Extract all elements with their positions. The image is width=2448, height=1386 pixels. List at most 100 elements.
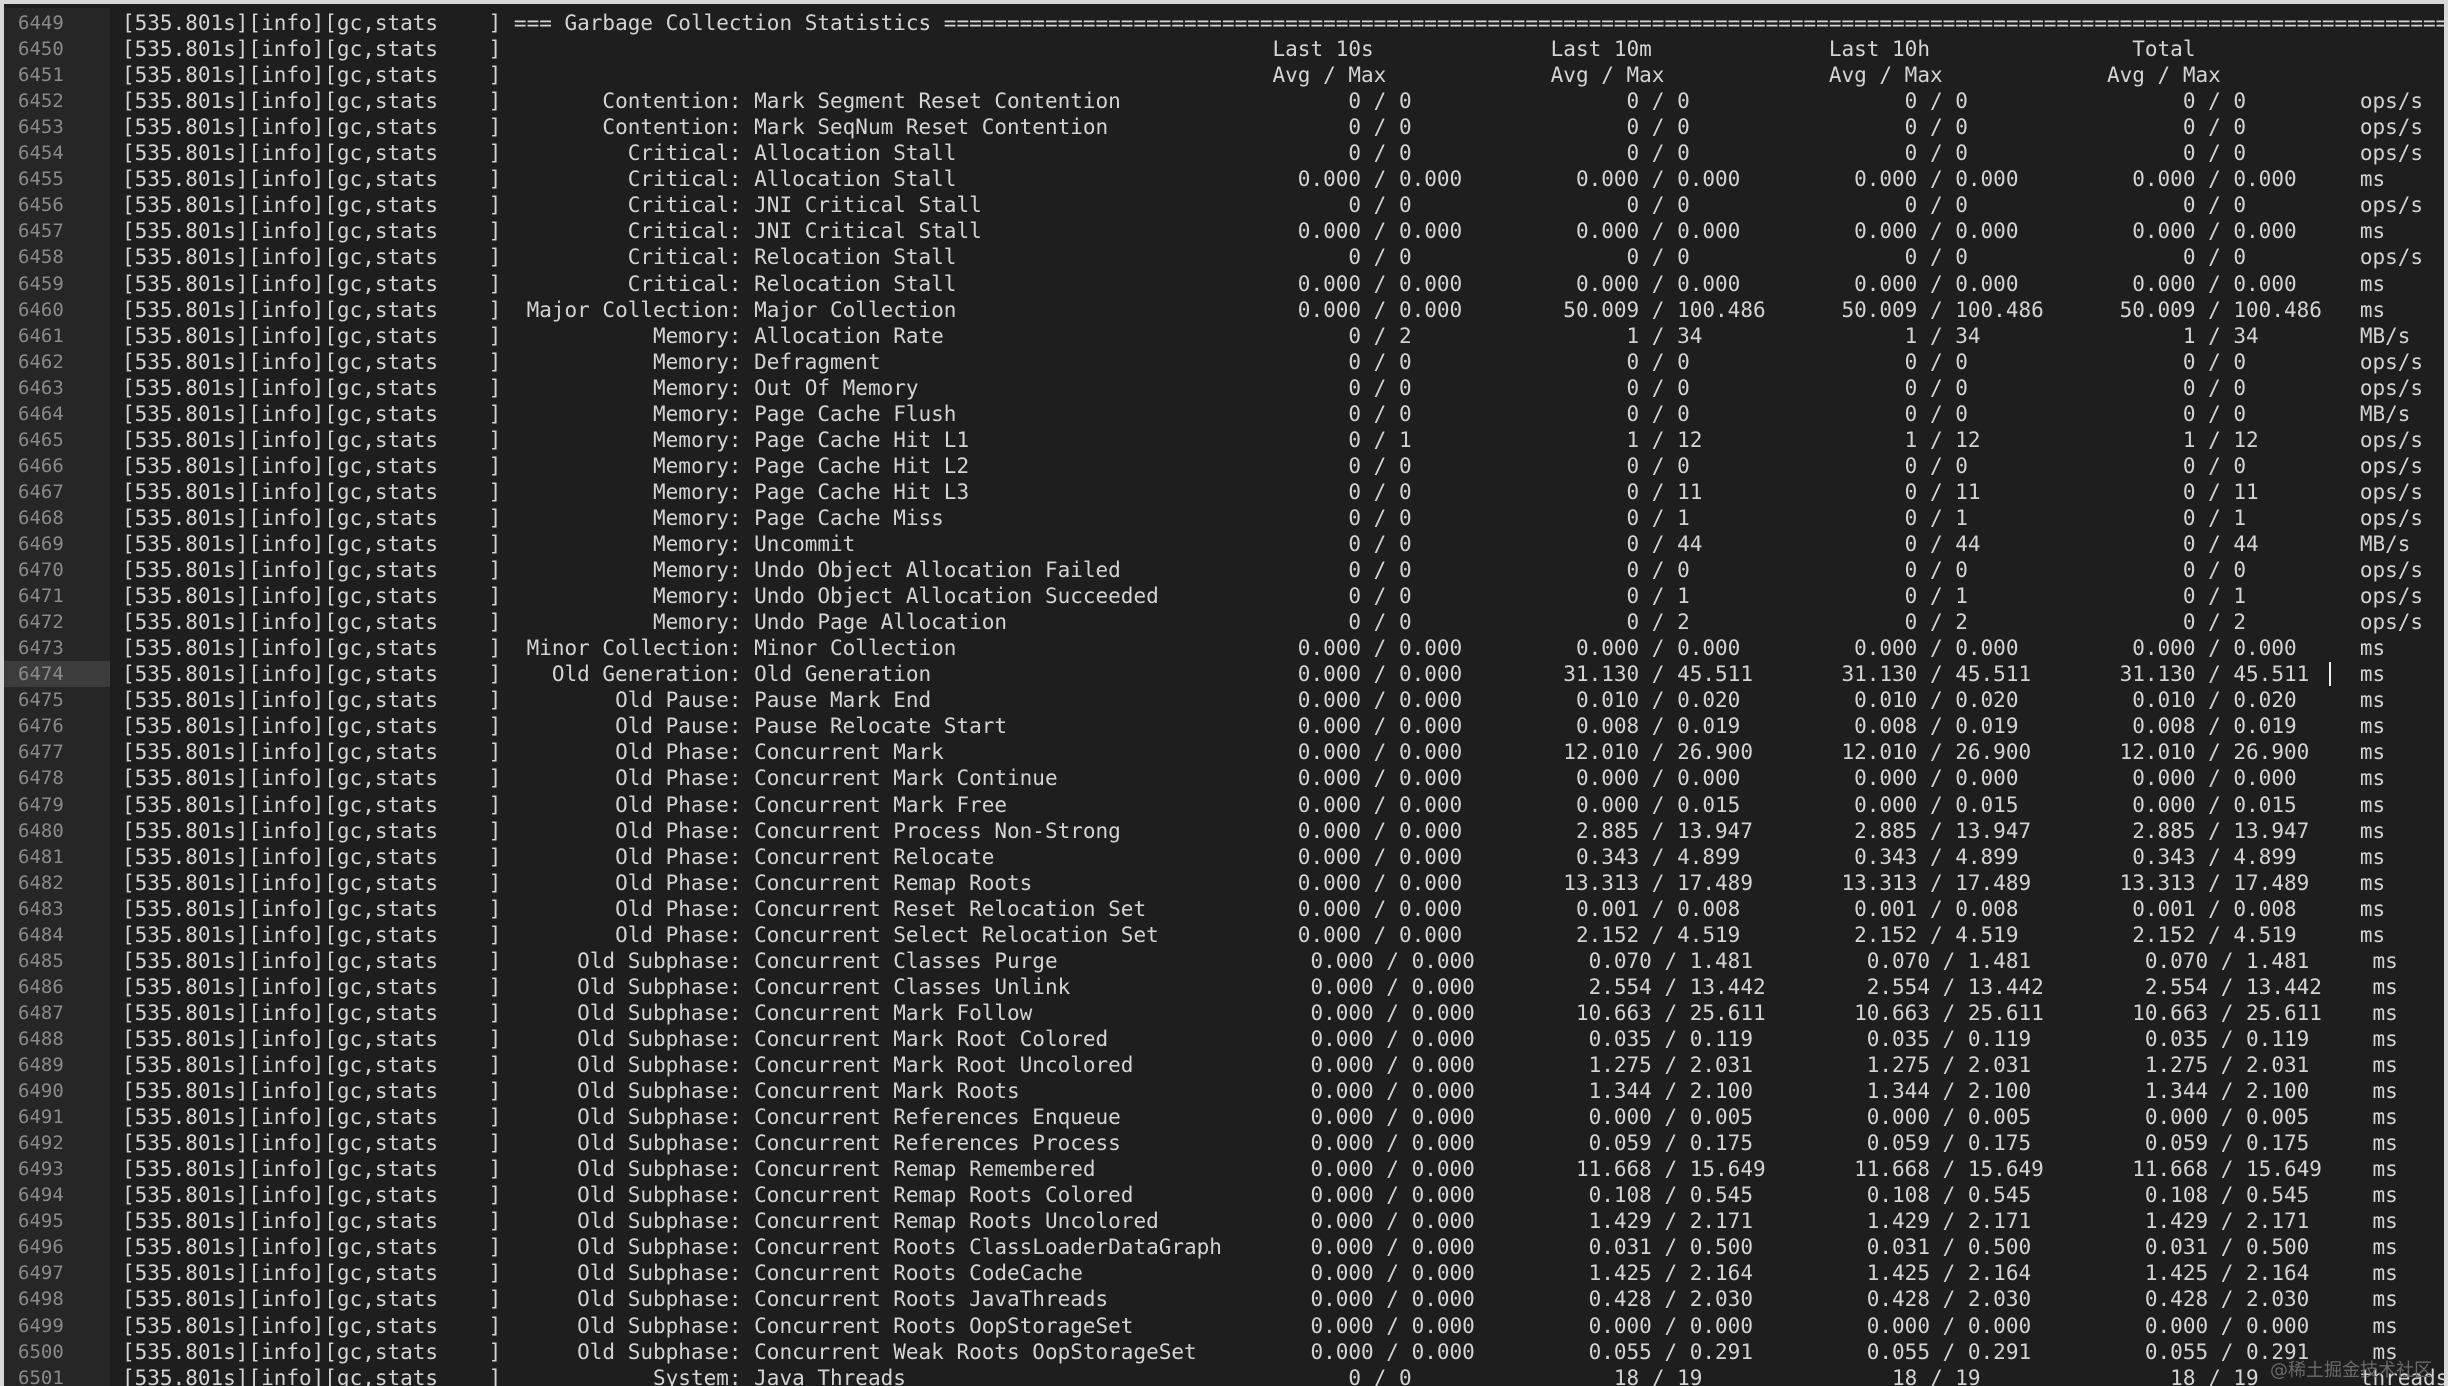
line-number: 6454 <box>18 142 64 165</box>
log-line[interactable]: 6488 [535.801s][info][gc,stats ] Old Subp… <box>4 1026 2444 1052</box>
log-line[interactable]: 6476 [535.801s][info][gc,stats ] Old Paus… <box>4 713 2444 739</box>
log-line[interactable]: 6495 [535.801s][info][gc,stats ] Old Subp… <box>4 1208 2444 1234</box>
line-number: 6471 <box>18 585 64 608</box>
log-line[interactable]: 6473 [535.801s][info][gc,stats ] Minor Co… <box>4 635 2444 661</box>
line-number: 6472 <box>18 611 64 634</box>
log-line-text: [535.801s][info][gc,stats ] Memory: Undo… <box>122 610 2424 635</box>
log-line[interactable]: 6491 [535.801s][info][gc,stats ] Old Subp… <box>4 1104 2444 1130</box>
line-number: 6494 <box>18 1184 64 1207</box>
log-line[interactable]: 6501 [535.801s][info][gc,stats ] System: … <box>4 1365 2444 1386</box>
line-number: 6493 <box>18 1158 64 1181</box>
log-line[interactable]: 6467 [535.801s][info][gc,stats ] Memory: … <box>4 479 2444 505</box>
log-line[interactable]: 6464 [535.801s][info][gc,stats ] Memory: … <box>4 401 2444 427</box>
log-line[interactable]: 6498 [535.801s][info][gc,stats ] Old Subp… <box>4 1286 2444 1312</box>
log-line[interactable]: 6477 [535.801s][info][gc,stats ] Old Phas… <box>4 739 2444 765</box>
log-line[interactable]: 6458 [535.801s][info][gc,stats ] Critical… <box>4 244 2444 270</box>
log-line-text: [535.801s][info][gc,stats ] Memory: Page… <box>122 505 2424 530</box>
log-line-text: [535.801s][info][gc,stats ] Critical: Re… <box>122 245 2424 270</box>
log-line[interactable]: 6474 [535.801s][info][gc,stats ] Old Gene… <box>4 661 2444 688</box>
line-number: 6482 <box>18 871 64 894</box>
log-line[interactable]: 6451 [535.801s][info][gc,stats ] Avg / Ma… <box>4 62 2444 88</box>
line-number: 6480 <box>18 819 64 842</box>
log-line[interactable]: 6485 [535.801s][info][gc,stats ] Old Subp… <box>4 948 2444 974</box>
log-line[interactable]: 6460 [535.801s][info][gc,stats ] Major Co… <box>4 297 2444 323</box>
log-line[interactable]: 6475 [535.801s][info][gc,stats ] Old Paus… <box>4 687 2444 713</box>
log-line[interactable]: 6463 [535.801s][info][gc,stats ] Memory: … <box>4 375 2444 401</box>
line-number: 6499 <box>18 1314 64 1337</box>
log-line[interactable]: 6483 [535.801s][info][gc,stats ] Old Phas… <box>4 896 2444 922</box>
log-line-text: [535.801s][info][gc,stats ] Old Subphase… <box>122 1313 2398 1338</box>
log-line-text: [535.801s][info][gc,stats ] Critical: Al… <box>122 141 2424 166</box>
log-line[interactable]: 6481 [535.801s][info][gc,stats ] Old Phas… <box>4 844 2444 870</box>
log-line-text: [535.801s][info][gc,stats ] Memory: Out … <box>122 375 2424 400</box>
log-line[interactable]: 6456 [535.801s][info][gc,stats ] Critical… <box>4 192 2444 218</box>
line-number: 6453 <box>18 116 64 139</box>
line-number: 6460 <box>18 298 64 321</box>
log-line[interactable]: 6497 [535.801s][info][gc,stats ] Old Subp… <box>4 1260 2444 1286</box>
line-number: 6492 <box>18 1132 64 1155</box>
line-number: 6467 <box>18 480 64 503</box>
log-line[interactable]: 6449 [535.801s][info][gc,stats ] === Garb… <box>4 10 2444 36</box>
line-number: 6450 <box>18 38 64 61</box>
log-line-text: [535.801s][info][gc,stats ] Memory: Undo… <box>122 584 2424 609</box>
log-line-text: [535.801s][info][gc,stats ] Old Phase: C… <box>122 818 2386 843</box>
log-line[interactable]: 6489 [535.801s][info][gc,stats ] Old Subp… <box>4 1052 2444 1078</box>
log-line[interactable]: 6468 [535.801s][info][gc,stats ] Memory: … <box>4 505 2444 531</box>
line-number: 6481 <box>18 845 64 868</box>
log-line[interactable]: 6453 [535.801s][info][gc,stats ] Contenti… <box>4 114 2444 140</box>
log-line-text: [535.801s][info][gc,stats ] Old Phase: C… <box>122 870 2386 895</box>
log-line[interactable]: 6471 [535.801s][info][gc,stats ] Memory: … <box>4 583 2444 609</box>
log-line-text: [535.801s][info][gc,stats ] Old Subphase… <box>122 1261 2398 1286</box>
log-line[interactable]: 6490 [535.801s][info][gc,stats ] Old Subp… <box>4 1078 2444 1104</box>
log-line[interactable]: 6493 [535.801s][info][gc,stats ] Old Subp… <box>4 1156 2444 1182</box>
log-line-text: [535.801s][info][gc,stats ] Memory: Page… <box>122 427 2424 452</box>
log-line[interactable]: 6450 [535.801s][info][gc,stats ] Last 10s… <box>4 36 2444 62</box>
log-line-text: [535.801s][info][gc,stats ] Old Subphase… <box>122 1131 2398 1156</box>
log-line-text: [535.801s][info][gc,stats ] Old Subphase… <box>122 1053 2398 1077</box>
line-number: 6475 <box>18 689 64 712</box>
log-line[interactable]: 6496 [535.801s][info][gc,stats ] Old Subp… <box>4 1234 2444 1260</box>
line-number: 6469 <box>18 533 64 555</box>
log-line[interactable]: 6470 [535.801s][info][gc,stats ] Memory: … <box>4 557 2444 583</box>
log-line[interactable]: 6478 [535.801s][info][gc,stats ] Old Phas… <box>4 765 2444 791</box>
log-line-text: [535.801s][info][gc,stats ] Old Subphase… <box>122 948 2398 973</box>
log-line[interactable]: 6462 [535.801s][info][gc,stats ] Memory: … <box>4 349 2444 375</box>
log-line[interactable]: 6452 [535.801s][info][gc,stats ] Contenti… <box>4 88 2444 114</box>
log-line[interactable]: 6486 [535.801s][info][gc,stats ] Old Subp… <box>4 974 2444 1000</box>
line-number: 6491 <box>18 1106 64 1129</box>
log-line[interactable]: 6492 [535.801s][info][gc,stats ] Old Subp… <box>4 1130 2444 1156</box>
line-number: 6485 <box>18 949 64 972</box>
log-line[interactable]: 6466 [535.801s][info][gc,stats ] Memory: … <box>4 453 2444 479</box>
line-number: 6456 <box>18 194 64 217</box>
line-number: 6483 <box>18 897 64 920</box>
log-line-text: [535.801s][info][gc,stats ] Old Subphase… <box>122 1105 2398 1130</box>
log-line[interactable]: 6454 [535.801s][info][gc,stats ] Critical… <box>4 140 2444 166</box>
log-line-text: [535.801s][info][gc,stats ] Old Phase: C… <box>122 792 2386 817</box>
log-line[interactable]: 6465 [535.801s][info][gc,stats ] Memory: … <box>4 427 2444 453</box>
log-line[interactable]: 6482 [535.801s][info][gc,stats ] Old Phas… <box>4 870 2444 896</box>
log-line-text: [535.801s][info][gc,stats ] Old Pause: P… <box>122 688 2386 713</box>
log-line-text: [535.801s][info][gc,stats ] Memory: Allo… <box>122 323 2411 348</box>
line-number: 6479 <box>18 793 64 816</box>
log-line[interactable]: 6479 [535.801s][info][gc,stats ] Old Phas… <box>4 792 2444 818</box>
log-line-text: [535.801s][info][gc,stats ] Old Phase: C… <box>122 766 2386 791</box>
log-line[interactable]: 6500 [535.801s][info][gc,stats ] Old Subp… <box>4 1339 2444 1365</box>
log-line-text: [535.801s][info][gc,stats ] Old Phase: C… <box>122 740 2386 765</box>
log-line-text: [535.801s][info][gc,stats ] Last 10s Las… <box>122 37 2196 62</box>
log-line[interactable]: 6487 [535.801s][info][gc,stats ] Old Subp… <box>4 1000 2444 1026</box>
log-line[interactable]: 6484 [535.801s][info][gc,stats ] Old Phas… <box>4 922 2444 948</box>
log-line-text: [535.801s][info][gc,stats ] Memory: Page… <box>122 401 2411 426</box>
log-line[interactable]: 6455 [535.801s][info][gc,stats ] Critical… <box>4 166 2444 192</box>
log-line[interactable]: 6459 [535.801s][info][gc,stats ] Critical… <box>4 271 2444 297</box>
log-line-text: [535.801s][info][gc,stats ] Old Phase: C… <box>122 922 2386 947</box>
log-line[interactable]: 6494 [535.801s][info][gc,stats ] Old Subp… <box>4 1182 2444 1208</box>
log-line[interactable]: 6499 [535.801s][info][gc,stats ] Old Subp… <box>4 1313 2444 1339</box>
log-line[interactable]: 6480 [535.801s][info][gc,stats ] Old Phas… <box>4 818 2444 844</box>
log-line[interactable]: 6472 [535.801s][info][gc,stats ] Memory: … <box>4 609 2444 635</box>
log-line-text: [535.801s][info][gc,stats ] Old Generati… <box>122 662 2386 687</box>
log-line[interactable]: 6461 [535.801s][info][gc,stats ] Memory: … <box>4 323 2444 349</box>
text-editor[interactable]: 6449 [535.801s][info][gc,stats ] === Garb… <box>0 0 2448 1386</box>
log-line[interactable]: 6457 [535.801s][info][gc,stats ] Critical… <box>4 218 2444 244</box>
line-number: 6489 <box>18 1054 64 1076</box>
log-line[interactable]: 6469 [535.801s][info][gc,stats ] Memory: … <box>4 531 2444 557</box>
